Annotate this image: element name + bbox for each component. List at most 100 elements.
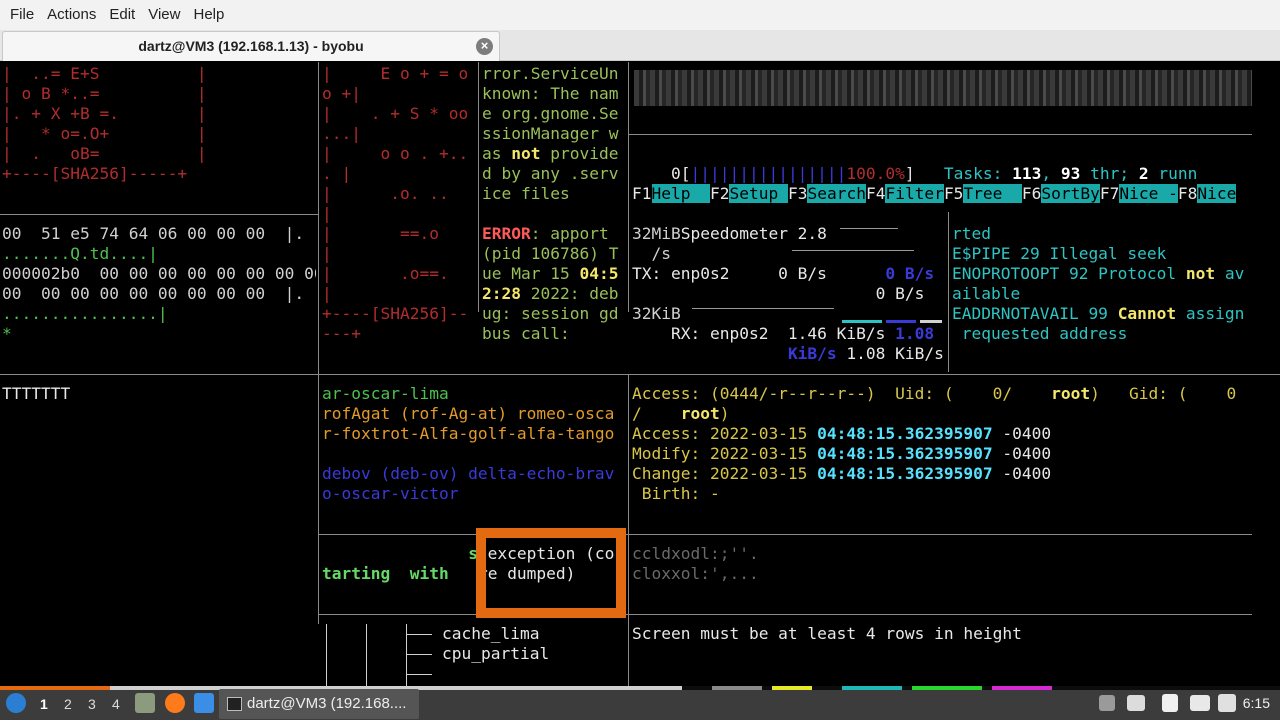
errno-line: E$PIPE 29 Illegal seek: [952, 244, 1167, 263]
divider: [318, 614, 1252, 615]
task-label: dartz@VM3 (192.168....: [247, 695, 407, 712]
errno-line: requested address: [952, 324, 1128, 343]
art-line: | o o . +..: [322, 144, 469, 163]
divider: [0, 214, 318, 215]
speedo-line: /s: [651, 244, 672, 263]
log-line: (pid 106786) T: [482, 244, 619, 263]
workspace-4[interactable]: 4: [112, 696, 120, 712]
start-menu-icon[interactable]: [6, 693, 26, 713]
htop-help-button[interactable]: Help: [651, 184, 710, 203]
file-manager-icon[interactable]: [135, 693, 155, 713]
close-icon[interactable]: ×: [476, 38, 493, 55]
network-icon[interactable]: [1190, 695, 1210, 711]
desktop-icon[interactable]: [194, 693, 214, 713]
speedometer-pane: 32MiBSpeedometer 2.8 /s TX: enp0s2 0 B/s…: [632, 224, 946, 364]
tree-branch: [406, 674, 432, 675]
speedo-graph-line: [840, 228, 898, 229]
pane-text: TTTTTTT: [2, 384, 71, 403]
shutdown-icon[interactable]: [1218, 694, 1236, 712]
speedo-line: RX: enp0s2 1.46 KiB/s 1.08: [670, 324, 935, 343]
taskbar-terminal-button[interactable]: dartz@VM3 (192.168....: [219, 689, 419, 719]
menu-view[interactable]: View: [142, 0, 187, 30]
htop-filter-button[interactable]: Filter: [885, 184, 944, 203]
tree-pane: cache_lima cpu_partial: [322, 624, 626, 686]
workspace-3[interactable]: 3: [88, 696, 96, 712]
tree-branch: [406, 634, 432, 635]
divider: [628, 134, 1252, 135]
log-line: as not provide: [482, 144, 619, 163]
art-line: | . + S * oo: [322, 104, 469, 123]
divider: [948, 212, 949, 372]
tray-up-icon[interactable]: [1099, 695, 1115, 711]
log-line: ERROR: apport: [482, 224, 609, 243]
hex-line: 00 00 00 00 00 00 00 00 00 |.: [2, 284, 305, 303]
log-line: d by any .serv: [482, 164, 619, 183]
htop-tree-button[interactable]: Tree: [963, 184, 1022, 203]
stat-line: Change: 2022-03-15 04:48:15.362395907 -0…: [632, 464, 1052, 483]
art-line: | ==.o: [322, 224, 439, 243]
art-line: +----[SHA256]-----+: [2, 164, 188, 183]
htop-setup-button[interactable]: Setup: [729, 184, 788, 203]
highlight-box: [476, 528, 626, 618]
tree-branch: [366, 624, 367, 686]
workspace-1[interactable]: 1: [40, 696, 48, 712]
terminal-icon: [227, 697, 242, 711]
menu-help[interactable]: Help: [187, 0, 231, 30]
htop-pane: 0[||||||||||||||||100.0%] Tasks: 113, 93…: [632, 164, 1252, 204]
art-line: | ..= E+S |: [2, 64, 207, 83]
art-line: ---+: [322, 324, 361, 343]
divider: [0, 374, 1280, 375]
hex-line: *: [2, 324, 12, 343]
terminal-tab[interactable]: dartz@VM3 (192.168.1.13) - byobu ×: [2, 31, 500, 61]
terminal[interactable]: | ..= E+S | | o B *..= | |. + X +B =. | …: [0, 62, 1280, 686]
dbus-log-pane: rror.ServiceUn known: The nam e org.gnom…: [482, 64, 626, 344]
sha-art-pane: | ..= E+S | | o B *..= | |. + X +B =. | …: [2, 64, 316, 184]
art-line: |: [322, 284, 332, 303]
menu-edit[interactable]: Edit: [103, 0, 142, 30]
art-line: | o B *..= |: [2, 84, 207, 103]
htop-nice-minus-button[interactable]: Nice -: [1119, 184, 1178, 203]
hex-line: .......Q.td....|: [2, 244, 158, 263]
speedo-graph-bar: [842, 320, 882, 323]
speedo-graph-line: [692, 308, 834, 309]
screen-message: Screen must be at least 4 rows in height: [632, 624, 1022, 643]
menu-file[interactable]: File: [4, 0, 41, 30]
htop-sortby-button[interactable]: SortBy: [1041, 184, 1100, 203]
tree-node: cpu_partial: [442, 644, 550, 663]
tree-node: cache_lima: [442, 624, 540, 643]
art-line: +----[SHA256]--: [322, 304, 469, 323]
art-line: |. + X +B =. |: [2, 104, 207, 123]
art-line: | .o. ..: [322, 184, 449, 203]
art-line: | * o=.O+ |: [2, 124, 207, 143]
workspace-2[interactable]: 2: [64, 696, 72, 712]
log-line: e org.gnome.Se: [482, 104, 619, 123]
art-line: ...|: [322, 124, 361, 143]
errno-line: ENOPROTOOPT 92 Protocol not av: [952, 264, 1245, 283]
art-line: cloxxol:',...: [632, 564, 759, 583]
volume-icon[interactable]: [1127, 695, 1145, 711]
phonetic-line: rofAgat (rof-Ag-at) romeo-osca: [322, 404, 615, 423]
menu-actions[interactable]: Actions: [41, 0, 103, 30]
clipboard-icon[interactable]: [1162, 694, 1178, 712]
divider: [318, 62, 319, 624]
stat-line: / root): [632, 404, 730, 423]
speedo-line: 32MiBSpeedometer 2.8: [632, 224, 827, 243]
htop-search-button[interactable]: Search: [807, 184, 866, 203]
speedo-line: KiB/s 1.08 KiB/s: [787, 344, 944, 363]
art-line: |: [322, 244, 332, 263]
log-line: 2:28 2022: deb: [482, 284, 619, 303]
hexdump-pane: 00 51 e5 74 64 06 00 00 00 |. .......Q.t…: [2, 224, 316, 344]
firefox-icon[interactable]: [165, 693, 185, 713]
log-line: ice files: [482, 184, 570, 203]
log-line: ssionManager w: [482, 124, 619, 143]
log-line: rror.ServiceUn: [482, 64, 619, 83]
hex-line: 000002b0 00 00 00 00 00 00 00 00: [2, 264, 316, 283]
log-line: ug: session gd: [482, 304, 619, 323]
stat-pane: Access: (0444/-r--r--r--) Uid: ( 0/ root…: [632, 384, 1252, 504]
htop-nice-plus-button[interactable]: Nice: [1197, 184, 1237, 203]
blank-pane: TTTTTTT: [2, 384, 316, 404]
taskbar: [0, 686, 1280, 720]
divider: [628, 62, 629, 312]
garbled-output: [634, 70, 1252, 106]
speedo-graph-bar: [920, 320, 942, 323]
